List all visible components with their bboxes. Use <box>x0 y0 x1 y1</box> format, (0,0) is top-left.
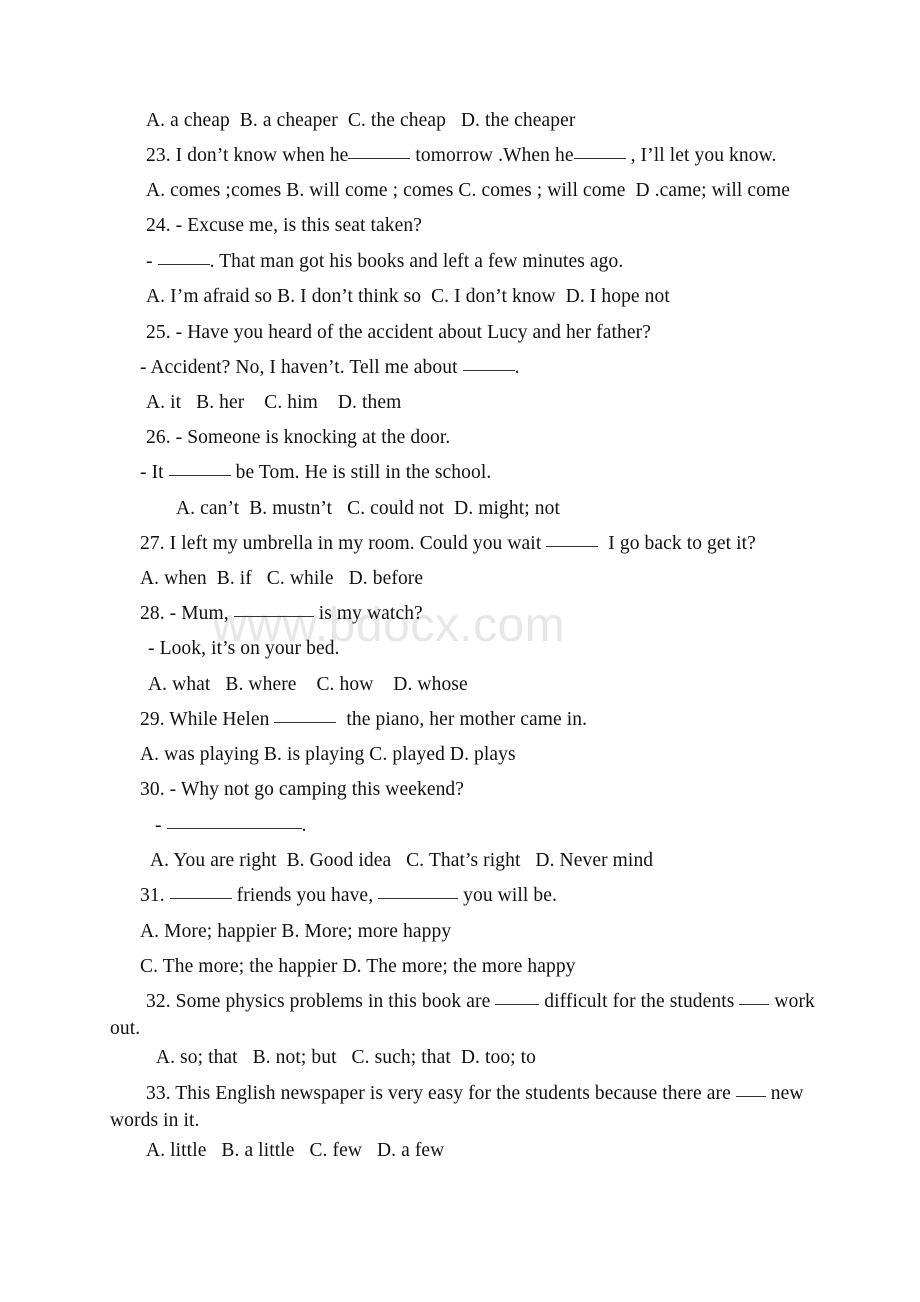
line-text: A. I’m afraid so B. I don’t think so C. … <box>146 286 670 307</box>
text-line: 24. - Excuse me, is this seat taken? <box>146 215 422 237</box>
fill-in-blank <box>546 533 599 547</box>
line-text: the piano, her mother came in. <box>336 709 588 730</box>
line-text: friends you have, <box>231 885 379 906</box>
text-line: - . That man got his books and left a fe… <box>146 251 623 273</box>
fill-in-blank <box>735 1083 766 1097</box>
text-line: out. <box>110 1018 140 1040</box>
line-text: 23. I don’t know when he <box>146 145 349 166</box>
line-text: I go back to get it? <box>598 533 756 554</box>
text-line: 27. I left my umbrella in my room. Could… <box>140 533 756 555</box>
text-line: words in it. <box>110 1110 200 1132</box>
line-text: work <box>769 991 815 1012</box>
text-line: 28. - Mum, is my watch? <box>140 603 423 625</box>
line-text: 27. I left my umbrella in my room. Could… <box>140 533 547 554</box>
line-text: 25. - Have you heard of the accident abo… <box>146 322 651 343</box>
line-text: A. what B. where C. how D. whose <box>148 674 468 695</box>
text-line: C. The more; the happier D. The more; th… <box>140 956 576 978</box>
text-line: 33. This English newspaper is very easy … <box>146 1083 804 1105</box>
line-text: A. so; that B. not; but C. such; that D.… <box>152 1047 537 1068</box>
text-line: A. can’t B. mustn’t C. could not D. migh… <box>176 498 560 520</box>
text-line: 26. - Someone is knocking at the door. <box>146 427 450 449</box>
line-text: . That man got his books and left a few … <box>209 251 624 272</box>
line-text: words in it. <box>110 1110 200 1131</box>
fill-in-blank <box>168 462 231 476</box>
text-line: - It be Tom. He is still in the school. <box>140 462 491 484</box>
line-text: tomorrow .When he <box>410 145 574 166</box>
fill-in-blank <box>233 603 314 617</box>
text-line: A. what B. where C. how D. whose <box>148 674 468 696</box>
text-line: 23. I don’t know when he tomorrow .When … <box>146 145 776 167</box>
line-text: - It <box>140 462 169 483</box>
fill-in-blank <box>739 991 770 1005</box>
line-text: 30. - Why not go camping this weekend? <box>140 779 465 800</box>
text-line: - Look, it’s on your bed. <box>148 638 340 660</box>
text-line: A. You are right B. Good idea C. That’s … <box>146 850 653 872</box>
fill-in-blank <box>157 251 210 265</box>
fill-in-blank <box>378 885 459 899</box>
text-line: 30. - Why not go camping this weekend? <box>140 779 464 801</box>
line-text: - <box>146 251 158 272</box>
text-line: A. it B. her C. him D. them <box>146 392 401 414</box>
line-text: 24. - Excuse me, is this seat taken? <box>146 215 422 236</box>
line-text: . <box>301 815 307 836</box>
line-text: is my watch? <box>313 603 423 624</box>
line-text: 26. - Someone is knocking at the door. <box>146 427 451 448</box>
text-line: 29. While Helen the piano, her mother ca… <box>140 709 587 731</box>
fill-in-blank <box>169 885 232 899</box>
fill-in-blank <box>495 991 540 1005</box>
line-text: A. it B. her C. him D. them <box>146 392 402 413</box>
text-line: A. little B. a little C. few D. a few <box>146 1140 444 1162</box>
line-text: - Accident? No, I haven’t. Tell me about <box>140 357 463 378</box>
line-text: A. when B. if C. while D. before <box>140 568 424 589</box>
line-text: you will be. <box>458 885 557 906</box>
text-line: 25. - Have you heard of the accident abo… <box>146 322 651 344</box>
fill-in-blank <box>462 357 515 371</box>
line-text: - <box>150 815 167 836</box>
line-text: A. can’t B. mustn’t C. could not D. migh… <box>176 498 560 519</box>
line-text: A. a cheap B. a cheaper C. the cheap D. … <box>146 110 576 131</box>
fill-in-blank <box>573 145 626 159</box>
line-text: A. comes ;comes B. will come ; comes C. … <box>146 180 791 201</box>
fill-in-blank <box>348 145 411 159</box>
line-text: . <box>514 357 520 378</box>
line-text: C. The more; the happier D. The more; th… <box>140 956 576 977</box>
line-text: - Look, it’s on your bed. <box>148 638 340 659</box>
text-line: 31. friends you have, you will be. <box>140 885 557 907</box>
text-line: - . <box>150 815 307 837</box>
line-text: 33. This English newspaper is very easy … <box>146 1083 736 1104</box>
line-text: A. You are right B. Good idea C. That’s … <box>146 850 654 871</box>
line-text: be Tom. He is still in the school. <box>230 462 492 483</box>
text-line: A. when B. if C. while D. before <box>140 568 423 590</box>
line-text: A. little B. a little C. few D. a few <box>146 1140 445 1161</box>
line-text: difficult for the students <box>539 991 740 1012</box>
text-line: A. was playing B. is playing C. played D… <box>140 744 516 766</box>
text-line: - Accident? No, I haven’t. Tell me about… <box>140 357 520 379</box>
fill-in-blank <box>166 815 302 829</box>
line-text: 29. While Helen <box>140 709 275 730</box>
text-line: A. More; happier B. More; more happy <box>140 921 451 943</box>
fill-in-blank <box>274 709 337 723</box>
line-text: A. More; happier B. More; more happy <box>140 921 452 942</box>
text-line: A. so; that B. not; but C. such; that D.… <box>152 1047 536 1069</box>
line-text: 32. Some physics problems in this book a… <box>146 991 496 1012</box>
text-line: A. comes ;comes B. will come ; comes C. … <box>146 180 790 202</box>
line-text: 28. - Mum, <box>140 603 234 624</box>
text-line: 32. Some physics problems in this book a… <box>146 991 815 1013</box>
document-page: www.bdocx.com A. a cheap B. a cheaper C.… <box>0 0 920 1302</box>
line-text: A. was playing B. is playing C. played D… <box>140 744 516 765</box>
text-line: A. I’m afraid so B. I don’t think so C. … <box>146 286 670 308</box>
line-text: out. <box>110 1018 141 1039</box>
line-text: new <box>765 1083 804 1104</box>
line-text: , I’ll let you know. <box>625 145 777 166</box>
line-text: 31. <box>140 885 170 906</box>
text-line: A. a cheap B. a cheaper C. the cheap D. … <box>146 110 575 132</box>
